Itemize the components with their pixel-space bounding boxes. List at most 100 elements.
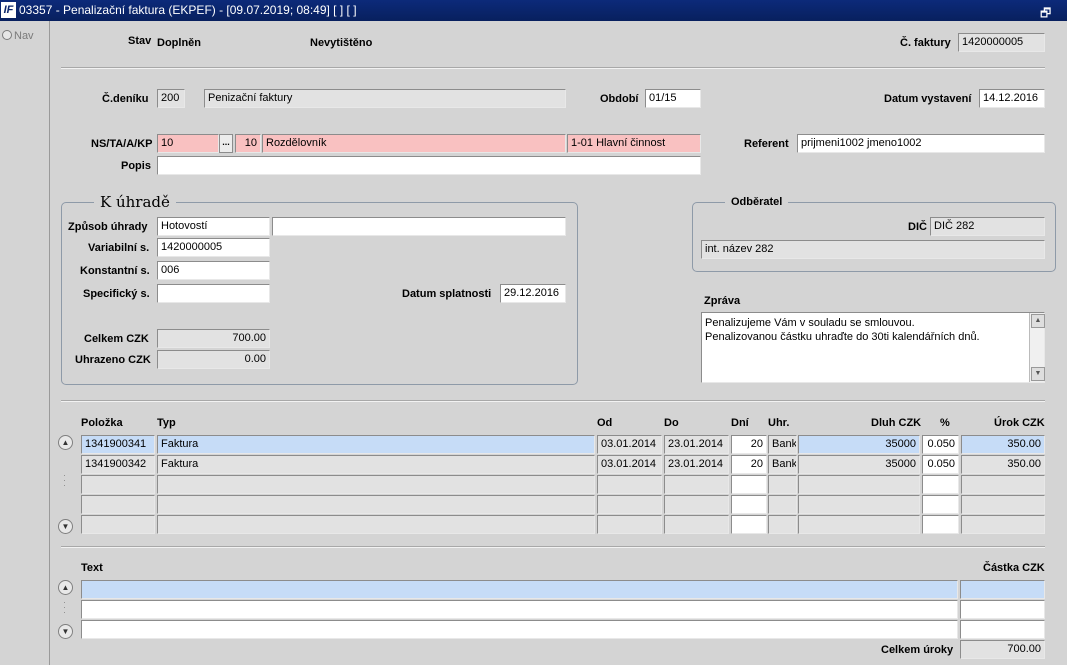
- items-cell-od[interactable]: 03.01.2014: [597, 455, 662, 474]
- items-cell-uhr[interactable]: Bank: [768, 455, 797, 474]
- scroll-up-icon[interactable]: ▲: [1031, 314, 1045, 328]
- scroll-up-icon[interactable]: ▲: [58, 580, 73, 595]
- items-cell-dluh[interactable]: [798, 495, 920, 514]
- scroll-down-icon[interactable]: ▼: [1031, 367, 1045, 381]
- items-cell-dni[interactable]: 20: [731, 435, 767, 454]
- datum-vystaveni-field[interactable]: 14.12.2016: [979, 89, 1045, 108]
- items-cell-polozka[interactable]: [81, 515, 155, 534]
- faktura-field[interactable]: 1420000005: [958, 33, 1045, 52]
- popis-field[interactable]: [157, 156, 701, 175]
- items-cell-dluh[interactable]: [798, 475, 920, 494]
- items-cell-urok[interactable]: 350.00: [961, 455, 1045, 474]
- items-cell-do[interactable]: [664, 495, 729, 514]
- datum-vystaveni-label: Datum vystavení: [884, 93, 972, 105]
- scroll-down-icon[interactable]: ▼: [58, 624, 73, 639]
- items-cell-urok[interactable]: 350.00: [961, 435, 1045, 454]
- uhrazeno-field[interactable]: 0.00: [157, 350, 270, 369]
- items-cell-urok[interactable]: [961, 515, 1045, 534]
- items-cell-dni[interactable]: [731, 475, 767, 494]
- text-row-2[interactable]: [81, 600, 958, 619]
- items-cell-uhr[interactable]: [768, 475, 797, 494]
- stav-label: Stav: [128, 35, 152, 47]
- items-cell-uhr[interactable]: [768, 495, 797, 514]
- denik-name-field[interactable]: Penizační faktury: [204, 89, 566, 108]
- items-cell-do[interactable]: [664, 515, 729, 534]
- customer-name-field[interactable]: int. název 282: [701, 240, 1045, 259]
- divider: [61, 400, 1045, 402]
- items-cell-pct[interactable]: 0.050: [922, 455, 959, 474]
- items-cell-urok[interactable]: [961, 495, 1045, 514]
- restore-icon[interactable]: 🗗: [1040, 4, 1051, 25]
- items-cell-pct[interactable]: [922, 515, 959, 534]
- zprava-scrollbar[interactable]: ▲ ▼: [1029, 313, 1045, 382]
- items-cell-do[interactable]: 23.01.2014: [664, 455, 729, 474]
- items-cell-typ[interactable]: [157, 515, 595, 534]
- celkem-field[interactable]: 700.00: [157, 329, 270, 348]
- items-cell-do[interactable]: 23.01.2014: [664, 435, 729, 454]
- scroll-down-icon[interactable]: ▼: [58, 519, 73, 534]
- items-cell-pct[interactable]: [922, 495, 959, 514]
- text-row-1[interactable]: [81, 580, 958, 599]
- zprava-label: Zpráva: [704, 295, 741, 307]
- castka-row-3[interactable]: [960, 620, 1045, 639]
- nav-radio-icon: [2, 30, 12, 40]
- obdobi-field[interactable]: 01/15: [645, 89, 701, 108]
- items-cell-pct[interactable]: 0.050: [922, 435, 959, 454]
- items-cell-polozka[interactable]: [81, 475, 155, 494]
- items-cell-uhr[interactable]: Bank: [768, 435, 797, 454]
- items-cell-od[interactable]: [597, 475, 662, 494]
- denik-label: Č.deníku: [102, 93, 149, 105]
- referent-field[interactable]: prijmeni1002 jmeno1002: [797, 134, 1045, 153]
- scroll-grip-icon[interactable]: · · ·: [63, 471, 67, 490]
- scroll-up-icon[interactable]: ▲: [58, 435, 73, 450]
- nav-button[interactable]: Nav: [2, 30, 34, 42]
- ns-field[interactable]: 10: [157, 134, 219, 153]
- zprava-textarea[interactable]: Penalizujeme Vám v souladu se smlouvou. …: [701, 312, 1045, 383]
- castka-row-2[interactable]: [960, 600, 1045, 619]
- zpusob-field[interactable]: Hotovostí: [157, 217, 270, 236]
- items-cell-polozka[interactable]: 1341900342: [81, 455, 155, 474]
- items-cell-typ[interactable]: [157, 475, 595, 494]
- denik-field[interactable]: 200: [157, 89, 185, 108]
- items-scrollbar[interactable]: ▲ · · · ▼: [58, 435, 73, 535]
- items-cell-uhr[interactable]: [768, 515, 797, 534]
- items-cell-dluh[interactable]: 35000: [798, 455, 920, 474]
- specificky-field[interactable]: [157, 284, 270, 303]
- items-cell-dluh[interactable]: [798, 515, 920, 534]
- items-cell-dluh[interactable]: 35000: [798, 435, 920, 454]
- ta-name-field[interactable]: Rozdělovník: [262, 134, 566, 153]
- items-cell-pct[interactable]: [922, 475, 959, 494]
- divider: [61, 546, 1045, 548]
- items-cell-do[interactable]: [664, 475, 729, 494]
- items-cell-dni[interactable]: [731, 495, 767, 514]
- celkem-uroky-field[interactable]: 700.00: [960, 640, 1045, 659]
- text-row-3[interactable]: [81, 620, 958, 639]
- col-urok: Úrok CZK: [994, 417, 1045, 429]
- items-cell-od[interactable]: [597, 515, 662, 534]
- items-cell-urok[interactable]: [961, 475, 1045, 494]
- items-cell-typ[interactable]: Faktura: [157, 455, 595, 474]
- ta-field[interactable]: 10: [235, 134, 261, 153]
- activity-field[interactable]: 1-01 Hlavní činnost: [567, 134, 701, 153]
- splatnost-field[interactable]: 29.12.2016: [500, 284, 566, 303]
- konstantni-field[interactable]: 006: [157, 261, 270, 280]
- col-polozka: Položka: [81, 417, 123, 429]
- items-cell-od[interactable]: 03.01.2014: [597, 435, 662, 454]
- castka-row-1[interactable]: [960, 580, 1045, 599]
- variabilni-field[interactable]: 1420000005: [157, 238, 270, 257]
- splatnost-label: Datum splatnosti: [402, 288, 492, 300]
- items-cell-polozka[interactable]: 1341900341: [81, 435, 155, 454]
- items-cell-typ[interactable]: Faktura: [157, 435, 595, 454]
- divider: [61, 67, 1045, 69]
- items-cell-dni[interactable]: 20: [731, 455, 767, 474]
- col-castka: Částka CZK: [983, 562, 1045, 574]
- scroll-grip-icon[interactable]: · · ·: [63, 598, 67, 617]
- items-cell-od[interactable]: [597, 495, 662, 514]
- dic-field[interactable]: DIČ 282: [930, 217, 1045, 236]
- items-cell-dni[interactable]: [731, 515, 767, 534]
- items-cell-polozka[interactable]: [81, 495, 155, 514]
- items-cell-typ[interactable]: [157, 495, 595, 514]
- ns-lookup-button[interactable]: ...: [219, 134, 233, 153]
- zpusob-extra-field[interactable]: [272, 217, 566, 236]
- text-scrollbar[interactable]: ▲ · · · ▼: [58, 580, 73, 640]
